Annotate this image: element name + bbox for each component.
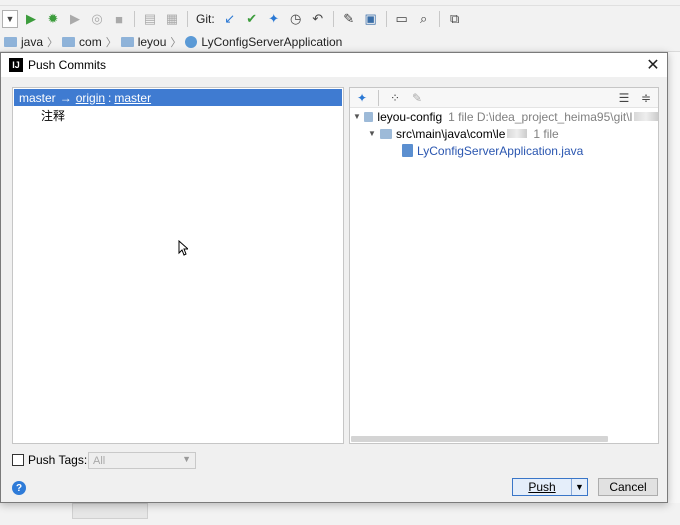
chevron-down-icon[interactable]: ▼ <box>367 129 377 138</box>
push-tags-control[interactable]: Push Tags: <box>12 453 87 467</box>
module-meta: 1 file D:\idea_project_heima95\git\l <box>448 109 633 124</box>
collapse-all-icon[interactable]: ≑ <box>638 90 654 106</box>
package-meta: 1 file <box>533 126 559 141</box>
branch-mapping-row[interactable]: master → origin : master <box>14 89 342 106</box>
local-branch: master <box>19 90 56 105</box>
rollback-icon[interactable]: ↶ <box>309 10 327 28</box>
git-label: Git: <box>196 12 215 26</box>
file-name: LyConfigServerApplication.java <box>417 143 584 158</box>
push-tags-label: Push Tags: <box>28 453 88 467</box>
tree-row-module[interactable]: ▼ leyou-config 1 file D:\idea_project_he… <box>350 108 658 125</box>
remote-branch-link[interactable]: master <box>114 91 151 105</box>
remote-link[interactable]: origin <box>76 91 105 105</box>
package-name: src\main\java\com\le <box>396 126 506 141</box>
toolbar-divider <box>332 11 334 27</box>
intellij-logo-icon: IJ <box>9 58 23 72</box>
changes-panel: ✦ ⁘ ✎ ☰ ≑ ▼ leyou-config 1 file D:\idea_… <box>349 87 659 444</box>
history-icon[interactable]: ◷ <box>287 10 305 28</box>
folder-icon <box>120 36 134 47</box>
commit-icon[interactable]: ✔ <box>243 10 261 28</box>
tags-select-value: All <box>93 454 106 467</box>
commit-message: 注释 <box>41 109 66 123</box>
push-button[interactable]: Push ▼ <box>512 478 588 496</box>
tree-row-package[interactable]: ▼ src\main\java\com\le 1 file <box>350 125 658 142</box>
commit-item[interactable]: 注释 <box>13 107 343 124</box>
chevron-down-icon[interactable]: ▼ <box>572 479 587 495</box>
help-icon[interactable]: ? <box>12 481 26 495</box>
project-structure-icon[interactable]: ▦ <box>163 10 181 28</box>
folder-icon <box>62 36 76 47</box>
main-toolbar: ▼ ▶ ✹ ▶ ◎ ■ ▤ ▦ Git: ↙ ✔ ✦ ◷ ↶ ✎ ▣ ▭ ⌕ ⧉ <box>0 6 680 32</box>
module-name: leyou-config <box>377 109 443 124</box>
push-button-label[interactable]: Push <box>513 479 572 495</box>
cancel-button[interactable]: Cancel <box>598 478 658 496</box>
run-icon[interactable]: ▶ <box>22 10 40 28</box>
redacted-text <box>634 112 658 121</box>
mouse-cursor-icon <box>178 240 188 256</box>
breadcrumb-item-leyou[interactable]: leyou <box>138 35 167 49</box>
toolbar-divider <box>385 11 387 27</box>
coverage-icon[interactable]: ▶ <box>66 10 84 28</box>
module-folder-icon <box>363 111 374 122</box>
dialog-titlebar[interactable]: IJ Push Commits ✕ <box>1 53 667 77</box>
project-settings-icon[interactable]: ▣ <box>362 10 380 28</box>
build-icon[interactable]: ▤ <box>141 10 159 28</box>
arrow-icon: → <box>59 90 72 105</box>
push-commits-dialog: IJ Push Commits ✕ master → origin : mast… <box>0 52 668 503</box>
dialog-title: Push Commits <box>28 58 107 72</box>
group-by-icon[interactable]: ⁘ <box>387 90 403 106</box>
breadcrumb-separator: 〉 <box>170 36 182 49</box>
edit-source-icon[interactable]: ✎ <box>409 90 425 106</box>
commits-panel: master → origin : master 注释 <box>12 87 344 444</box>
breadcrumb: java 〉 com 〉 leyou 〉 LyConfigServerAppli… <box>0 32 680 52</box>
toolbar-divider <box>187 11 188 27</box>
toolbar-divider <box>134 11 135 27</box>
search-icon[interactable]: ⌕ <box>415 10 433 28</box>
debug-icon[interactable]: ✹ <box>44 10 62 28</box>
update-project-icon[interactable]: ↙ <box>221 10 239 28</box>
editor-background <box>668 52 680 503</box>
settings-icon[interactable]: ✎ <box>340 10 358 28</box>
branch-separator: : <box>108 90 112 105</box>
tags-mode-select[interactable]: All ▼ <box>88 452 196 469</box>
close-icon[interactable]: ✕ <box>643 55 663 75</box>
tool-window-tab[interactable] <box>72 503 148 519</box>
toolbar-divider <box>378 89 379 106</box>
breadcrumb-separator: 〉 <box>47 36 59 49</box>
java-file-icon <box>402 144 413 157</box>
push-tags-checkbox[interactable] <box>12 454 24 466</box>
breadcrumb-item-com[interactable]: com <box>79 35 102 49</box>
toolbar-divider <box>438 11 440 27</box>
class-icon <box>185 35 198 48</box>
breadcrumb-item-java[interactable]: java <box>21 35 43 49</box>
run-anything-icon[interactable]: ▭ <box>393 10 411 28</box>
show-diff-icon[interactable]: ✦ <box>354 90 370 106</box>
sdk-icon[interactable]: ⧉ <box>446 10 464 28</box>
profile-icon[interactable]: ◎ <box>88 10 106 28</box>
stop-icon[interactable]: ■ <box>110 10 128 28</box>
chevron-down-icon[interactable]: ▼ <box>353 112 361 121</box>
breadcrumb-item-class[interactable]: LyConfigServerApplication <box>201 35 342 49</box>
chevron-down-icon: ▼ <box>182 454 191 464</box>
horizontal-scrollbar[interactable] <box>351 436 608 442</box>
run-config-dropdown[interactable]: ▼ <box>2 10 18 28</box>
push-icon[interactable]: ✦ <box>265 10 283 28</box>
changes-toolbar: ✦ ⁘ ✎ ☰ ≑ <box>350 88 658 108</box>
tree-row-file[interactable]: LyConfigServerApplication.java <box>350 142 658 159</box>
expand-all-icon[interactable]: ☰ <box>616 90 632 106</box>
folder-icon <box>4 36 17 47</box>
breadcrumb-separator: 〉 <box>105 36 117 49</box>
package-folder-icon <box>380 128 392 139</box>
redacted-text <box>507 129 528 138</box>
